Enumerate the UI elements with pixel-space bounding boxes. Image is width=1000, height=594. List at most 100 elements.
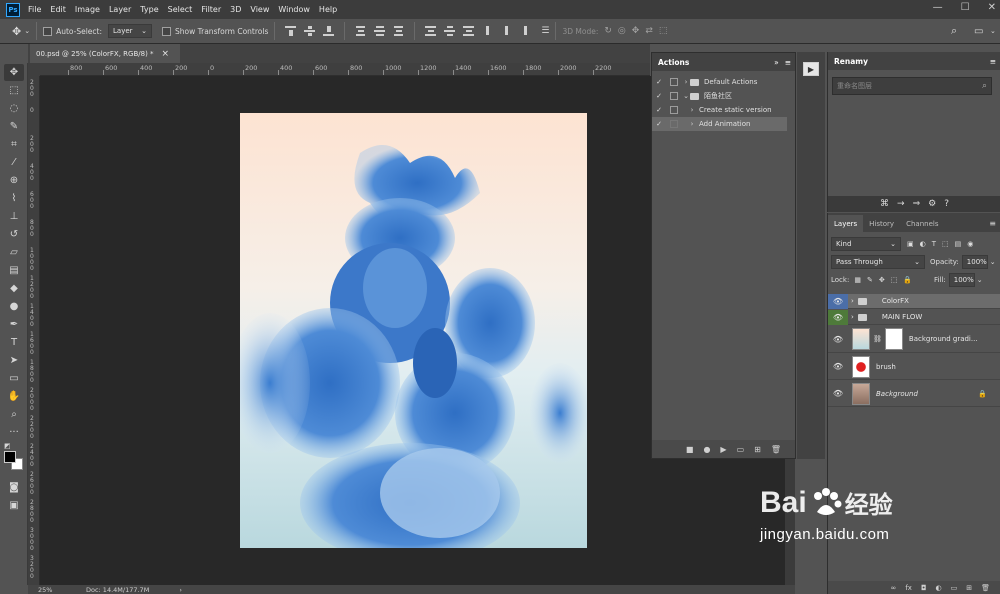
move-tool-icon[interactable]: ✥ bbox=[4, 64, 24, 81]
tab-history[interactable]: History bbox=[863, 215, 900, 232]
layer-row-background-gradient[interactable]: 👁 ⛓ Background gradi... bbox=[828, 326, 1000, 353]
minimize-button[interactable]: — bbox=[933, 2, 943, 13]
layer-row-mainflow[interactable]: 👁 › MAIN FLOW bbox=[828, 309, 1000, 325]
collapse-icon[interactable]: » bbox=[774, 58, 779, 67]
lasso-tool-icon[interactable]: ◌ bbox=[4, 100, 24, 117]
panel-menu-icon[interactable]: ≡ bbox=[785, 58, 791, 67]
dialog-toggle[interactable] bbox=[670, 78, 678, 86]
fx-icon[interactable]: fx bbox=[905, 584, 912, 592]
align-top-icon[interactable] bbox=[285, 26, 297, 36]
3d-roll-icon[interactable]: ◎ bbox=[618, 26, 626, 36]
help-icon[interactable]: ? bbox=[944, 199, 949, 209]
tab-channels[interactable]: Channels bbox=[900, 215, 944, 232]
quick-mask-icon[interactable]: ◙ bbox=[4, 479, 24, 496]
dodge-tool-icon[interactable]: ● bbox=[4, 298, 24, 315]
menu-filter[interactable]: Filter bbox=[201, 5, 221, 14]
lock-transparent-icon[interactable]: ▦ bbox=[854, 276, 861, 284]
new-set-icon[interactable]: ▭ bbox=[737, 445, 745, 454]
visibility-eye-icon[interactable]: 👁 bbox=[828, 362, 848, 371]
play-icon[interactable]: ▶ bbox=[803, 62, 819, 76]
distribute-left-icon[interactable] bbox=[482, 26, 493, 36]
menu-3d[interactable]: 3D bbox=[230, 5, 241, 14]
auto-select-dropdown[interactable]: Layer ⌄ bbox=[108, 24, 153, 38]
stop-icon[interactable]: ■ bbox=[686, 445, 694, 454]
gear-icon[interactable]: ⚙ bbox=[928, 199, 936, 209]
check-icon[interactable]: ✓ bbox=[652, 120, 666, 128]
check-icon[interactable]: ✓ bbox=[652, 106, 666, 114]
gradient-tool-icon[interactable]: ▤ bbox=[4, 262, 24, 279]
move-tool-icon[interactable]: ✥ bbox=[12, 25, 21, 38]
lock-position-icon[interactable]: ✥ bbox=[879, 276, 885, 284]
chevron-right-icon[interactable]: › bbox=[851, 297, 854, 305]
chevron-down-icon[interactable]: ⌄ bbox=[990, 27, 996, 35]
rectangle-tool-icon[interactable]: ▭ bbox=[4, 370, 24, 387]
chevron-down-icon[interactable]: ⌄ bbox=[990, 258, 996, 266]
align-bottom-icon[interactable] bbox=[323, 26, 335, 36]
search-icon[interactable]: ⌕ bbox=[982, 81, 987, 91]
zoom-tool-icon[interactable]: ⌕ bbox=[4, 406, 24, 423]
3d-pan-icon[interactable]: ✥ bbox=[632, 26, 640, 36]
chevron-right-icon[interactable]: › bbox=[682, 78, 690, 86]
dialog-toggle[interactable] bbox=[670, 92, 678, 100]
menu-file[interactable]: File bbox=[28, 5, 41, 14]
rename-input[interactable]: 重命名图层 ⌕ bbox=[832, 77, 992, 95]
lock-all-icon[interactable]: 🔒 bbox=[903, 276, 912, 284]
crop-tool-icon[interactable]: ⌗ bbox=[4, 136, 24, 153]
link-layers-icon[interactable]: ∞ bbox=[891, 584, 897, 592]
menu-edit[interactable]: Edit bbox=[50, 5, 66, 14]
screen-mode-icon[interactable]: ▣ bbox=[4, 497, 24, 514]
chevron-right-icon[interactable]: › bbox=[179, 586, 182, 594]
quick-select-tool-icon[interactable]: ✎ bbox=[4, 118, 24, 135]
filter-smart-icon[interactable]: ▤ bbox=[955, 240, 962, 248]
filter-type-icon[interactable]: T bbox=[932, 240, 936, 248]
renamy-panel-title[interactable]: Renamy bbox=[834, 57, 868, 66]
distribute-top-icon[interactable] bbox=[425, 26, 437, 36]
auto-select-checkbox[interactable] bbox=[43, 26, 53, 36]
visibility-eye-icon[interactable]: 👁 bbox=[828, 293, 848, 309]
align-vcenter-icon[interactable] bbox=[304, 26, 316, 36]
double-arrow-icon[interactable]: ⇒ bbox=[913, 199, 921, 209]
filter-kind-dropdown[interactable]: Kind ⌄ bbox=[831, 237, 901, 251]
opacity-field[interactable]: 100% bbox=[961, 255, 988, 269]
blend-mode-dropdown[interactable]: Pass Through ⌄ bbox=[831, 255, 925, 269]
menu-help[interactable]: Help bbox=[319, 5, 337, 14]
type-tool-icon[interactable]: T bbox=[4, 334, 24, 351]
show-transform-checkbox[interactable] bbox=[162, 26, 172, 36]
filter-toggle-icon[interactable]: ◉ bbox=[967, 240, 973, 248]
actions-panel-title[interactable]: Actions bbox=[658, 58, 689, 67]
distribute-hcenter-icon[interactable] bbox=[501, 26, 512, 36]
visibility-eye-icon[interactable]: 👁 bbox=[828, 335, 848, 344]
3d-scale-icon[interactable]: ⬚ bbox=[659, 26, 668, 36]
new-action-icon[interactable]: ⊞ bbox=[754, 445, 761, 454]
layer-row-background[interactable]: 👁 Background 🔒 bbox=[828, 381, 1000, 407]
check-icon[interactable]: ✓ bbox=[652, 78, 666, 86]
brush-tool-icon[interactable]: ⌇ bbox=[4, 190, 24, 207]
menu-select[interactable]: Select bbox=[168, 5, 193, 14]
eraser-tool-icon[interactable]: ▱ bbox=[4, 244, 24, 261]
healing-brush-tool-icon[interactable]: ⊕ bbox=[4, 172, 24, 189]
chevron-right-icon[interactable]: › bbox=[688, 106, 696, 114]
action-set-moyu[interactable]: ✓ ⌄ 陌鱼社区 bbox=[652, 89, 795, 103]
menu-type[interactable]: Type bbox=[140, 5, 158, 14]
maximize-button[interactable]: ☐ bbox=[961, 2, 970, 13]
pen-tool-icon[interactable]: ✒ bbox=[4, 316, 24, 333]
history-brush-tool-icon[interactable]: ↺ bbox=[4, 226, 24, 243]
chevron-right-icon[interactable]: › bbox=[851, 313, 854, 321]
foreground-color-swatch[interactable] bbox=[4, 451, 16, 463]
add-mask-icon[interactable]: ◘ bbox=[921, 584, 927, 592]
new-layer-icon[interactable]: ⊞ bbox=[966, 584, 972, 592]
distribute-bottom-icon[interactable] bbox=[463, 26, 475, 36]
marquee-tool-icon[interactable]: ⬚ bbox=[4, 82, 24, 99]
lock-brush-icon[interactable]: ✎ bbox=[867, 276, 873, 284]
eyedropper-tool-icon[interactable]: ⁄ bbox=[4, 154, 24, 171]
action-set-default[interactable]: ✓ › Default Actions bbox=[652, 75, 795, 89]
workspace-icon[interactable]: ▭ bbox=[974, 26, 983, 37]
align-hcenter-icon[interactable] bbox=[374, 26, 386, 36]
panel-menu-icon[interactable]: ≡ bbox=[990, 57, 996, 66]
blur-tool-icon[interactable]: ◆ bbox=[4, 280, 24, 297]
visibility-eye-icon[interactable]: 👁 bbox=[828, 389, 848, 398]
arrow-right-icon[interactable]: → bbox=[897, 199, 905, 209]
distribute-vcenter-icon[interactable] bbox=[444, 26, 456, 36]
menu-layer[interactable]: Layer bbox=[109, 5, 131, 14]
document-image[interactable] bbox=[240, 113, 587, 548]
